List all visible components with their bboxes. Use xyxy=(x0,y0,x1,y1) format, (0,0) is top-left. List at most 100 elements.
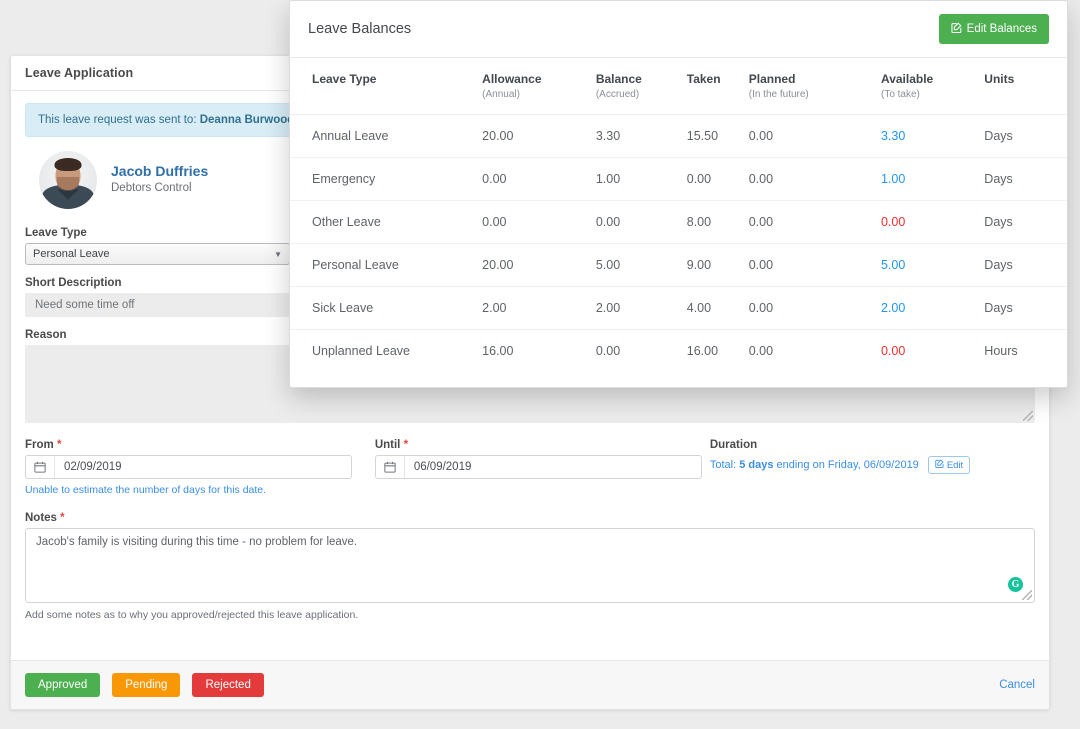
cell-leave-type: Other Leave xyxy=(290,201,482,244)
duration-sentence: Total: 5 days ending on Friday, 06/09/20… xyxy=(710,459,919,471)
duration-total: 5 days xyxy=(739,459,773,471)
notes-label: Notes * xyxy=(25,512,1035,524)
table-header-row: Leave Type Allowance (Annual) Balance (A… xyxy=(290,58,1067,115)
cell-balance: 3.30 xyxy=(596,115,687,158)
column-header-taken: Taken xyxy=(687,58,749,115)
header-sub: (In the future) xyxy=(749,89,881,100)
cell-units: Days xyxy=(984,115,1067,158)
calendar-icon[interactable] xyxy=(26,456,55,478)
chevron-down-icon: ▼ xyxy=(274,250,282,259)
edit-duration-label: Edit xyxy=(947,460,963,471)
calendar-icon[interactable] xyxy=(376,456,405,478)
from-date-input[interactable]: 02/09/2019 xyxy=(25,455,352,479)
cell-leave-type: Unplanned Leave xyxy=(290,330,482,373)
cell-available: 0.00 xyxy=(881,330,984,373)
leave-type-value: Personal Leave xyxy=(33,248,109,260)
column-header-leave-type: Leave Type xyxy=(290,58,482,115)
available-value: 5.00 xyxy=(881,258,905,272)
from-date-value: 02/09/2019 xyxy=(55,456,122,478)
cell-taken: 9.00 xyxy=(687,244,749,287)
header-sub: (Annual) xyxy=(482,89,596,100)
until-label: Until * xyxy=(375,439,710,451)
edit-balances-button[interactable]: Edit Balances xyxy=(939,14,1049,44)
cell-available: 5.00 xyxy=(881,244,984,287)
cell-planned: 0.00 xyxy=(749,244,881,287)
available-value: 0.00 xyxy=(881,215,905,229)
cell-planned: 0.00 xyxy=(749,158,881,201)
header-main: Leave Type xyxy=(312,72,376,86)
pencil-square-icon xyxy=(951,22,962,36)
cell-leave-type: Annual Leave xyxy=(290,115,482,158)
header-main: Planned xyxy=(749,72,796,86)
cell-taken: 16.00 xyxy=(687,330,749,373)
pencil-square-icon xyxy=(935,459,944,471)
cell-leave-type: Emergency xyxy=(290,158,482,201)
cell-allowance: 0.00 xyxy=(482,158,596,201)
column-header-balance: Balance (Accrued) xyxy=(596,58,687,115)
table-row: Other Leave0.000.008.000.000.00Days xyxy=(290,201,1067,244)
cell-balance: 0.00 xyxy=(596,201,687,244)
table-head: Leave Type Allowance (Annual) Balance (A… xyxy=(290,58,1067,115)
cell-units: Days xyxy=(984,244,1067,287)
duration-summary: Total: 5 days ending on Friday, 06/09/20… xyxy=(710,456,1035,474)
pending-button[interactable]: Pending xyxy=(112,673,180,697)
cancel-link[interactable]: Cancel xyxy=(999,679,1035,691)
edit-balances-label: Edit Balances xyxy=(967,23,1037,35)
status-button-group: Approved Pending Rejected xyxy=(25,673,264,697)
header-main: Available xyxy=(881,72,933,86)
cell-units: Days xyxy=(984,201,1067,244)
table-row: Unplanned Leave16.000.0016.000.000.00Hou… xyxy=(290,330,1067,373)
cell-planned: 0.00 xyxy=(749,115,881,158)
cell-units: Days xyxy=(984,158,1067,201)
from-label: From * xyxy=(25,439,375,451)
cell-available: 2.00 xyxy=(881,287,984,330)
header-sub: (To take) xyxy=(881,89,984,100)
table-row: Personal Leave20.005.009.000.005.00Days xyxy=(290,244,1067,287)
applicant-name[interactable]: Jacob Duffries xyxy=(111,162,208,180)
until-date-input[interactable]: 06/09/2019 xyxy=(375,455,702,479)
notes-label-text: Notes xyxy=(25,512,57,524)
cell-taken: 15.50 xyxy=(687,115,749,158)
cell-balance: 5.00 xyxy=(596,244,687,287)
resize-handle-icon[interactable] xyxy=(1022,590,1032,600)
cell-balance: 0.00 xyxy=(596,330,687,373)
edit-duration-button[interactable]: Edit xyxy=(928,456,970,474)
duration-label: Duration xyxy=(710,439,1035,451)
available-value: 1.00 xyxy=(881,172,905,186)
cell-units: Days xyxy=(984,287,1067,330)
until-date-value: 06/09/2019 xyxy=(405,456,472,478)
grammarly-icon[interactable]: G xyxy=(1008,577,1023,592)
notes-value: Jacob's family is visiting during this t… xyxy=(36,536,357,548)
modal-title: Leave Balances xyxy=(308,21,411,37)
cell-balance: 1.00 xyxy=(596,158,687,201)
rejected-button[interactable]: Rejected xyxy=(192,673,263,697)
table-body: Annual Leave20.003.3015.500.003.30DaysEm… xyxy=(290,115,1067,373)
cell-allowance: 20.00 xyxy=(482,115,596,158)
leave-type-select[interactable]: Personal Leave ▼ xyxy=(25,243,290,265)
resize-handle-icon[interactable] xyxy=(1023,411,1033,421)
notes-textarea[interactable]: Jacob's family is visiting during this t… xyxy=(25,528,1035,603)
header-main: Balance xyxy=(596,72,642,86)
available-value: 3.30 xyxy=(881,129,905,143)
header-main: Units xyxy=(984,72,1014,86)
cell-taken: 4.00 xyxy=(687,287,749,330)
notes-required-marker: * xyxy=(60,512,64,524)
cell-leave-type: Personal Leave xyxy=(290,244,482,287)
cell-allowance: 2.00 xyxy=(482,287,596,330)
approved-button[interactable]: Approved xyxy=(25,673,100,697)
cell-allowance: 20.00 xyxy=(482,244,596,287)
duration-prefix: Total: xyxy=(710,459,739,471)
available-value: 0.00 xyxy=(881,344,905,358)
cell-units: Hours xyxy=(984,330,1067,373)
header-sub: (Accrued) xyxy=(596,89,687,100)
header-main: Taken xyxy=(687,72,721,86)
cell-planned: 0.00 xyxy=(749,287,881,330)
avatar xyxy=(39,151,97,209)
until-required-marker: * xyxy=(404,439,408,451)
table-row: Annual Leave20.003.3015.500.003.30Days xyxy=(290,115,1067,158)
cell-taken: 8.00 xyxy=(687,201,749,244)
available-value: 2.00 xyxy=(881,301,905,315)
modal-header: Leave Balances Edit Balances xyxy=(290,1,1067,58)
column-header-available: Available (To take) xyxy=(881,58,984,115)
until-field-group: Until * 06/09/2019 xyxy=(375,439,710,479)
